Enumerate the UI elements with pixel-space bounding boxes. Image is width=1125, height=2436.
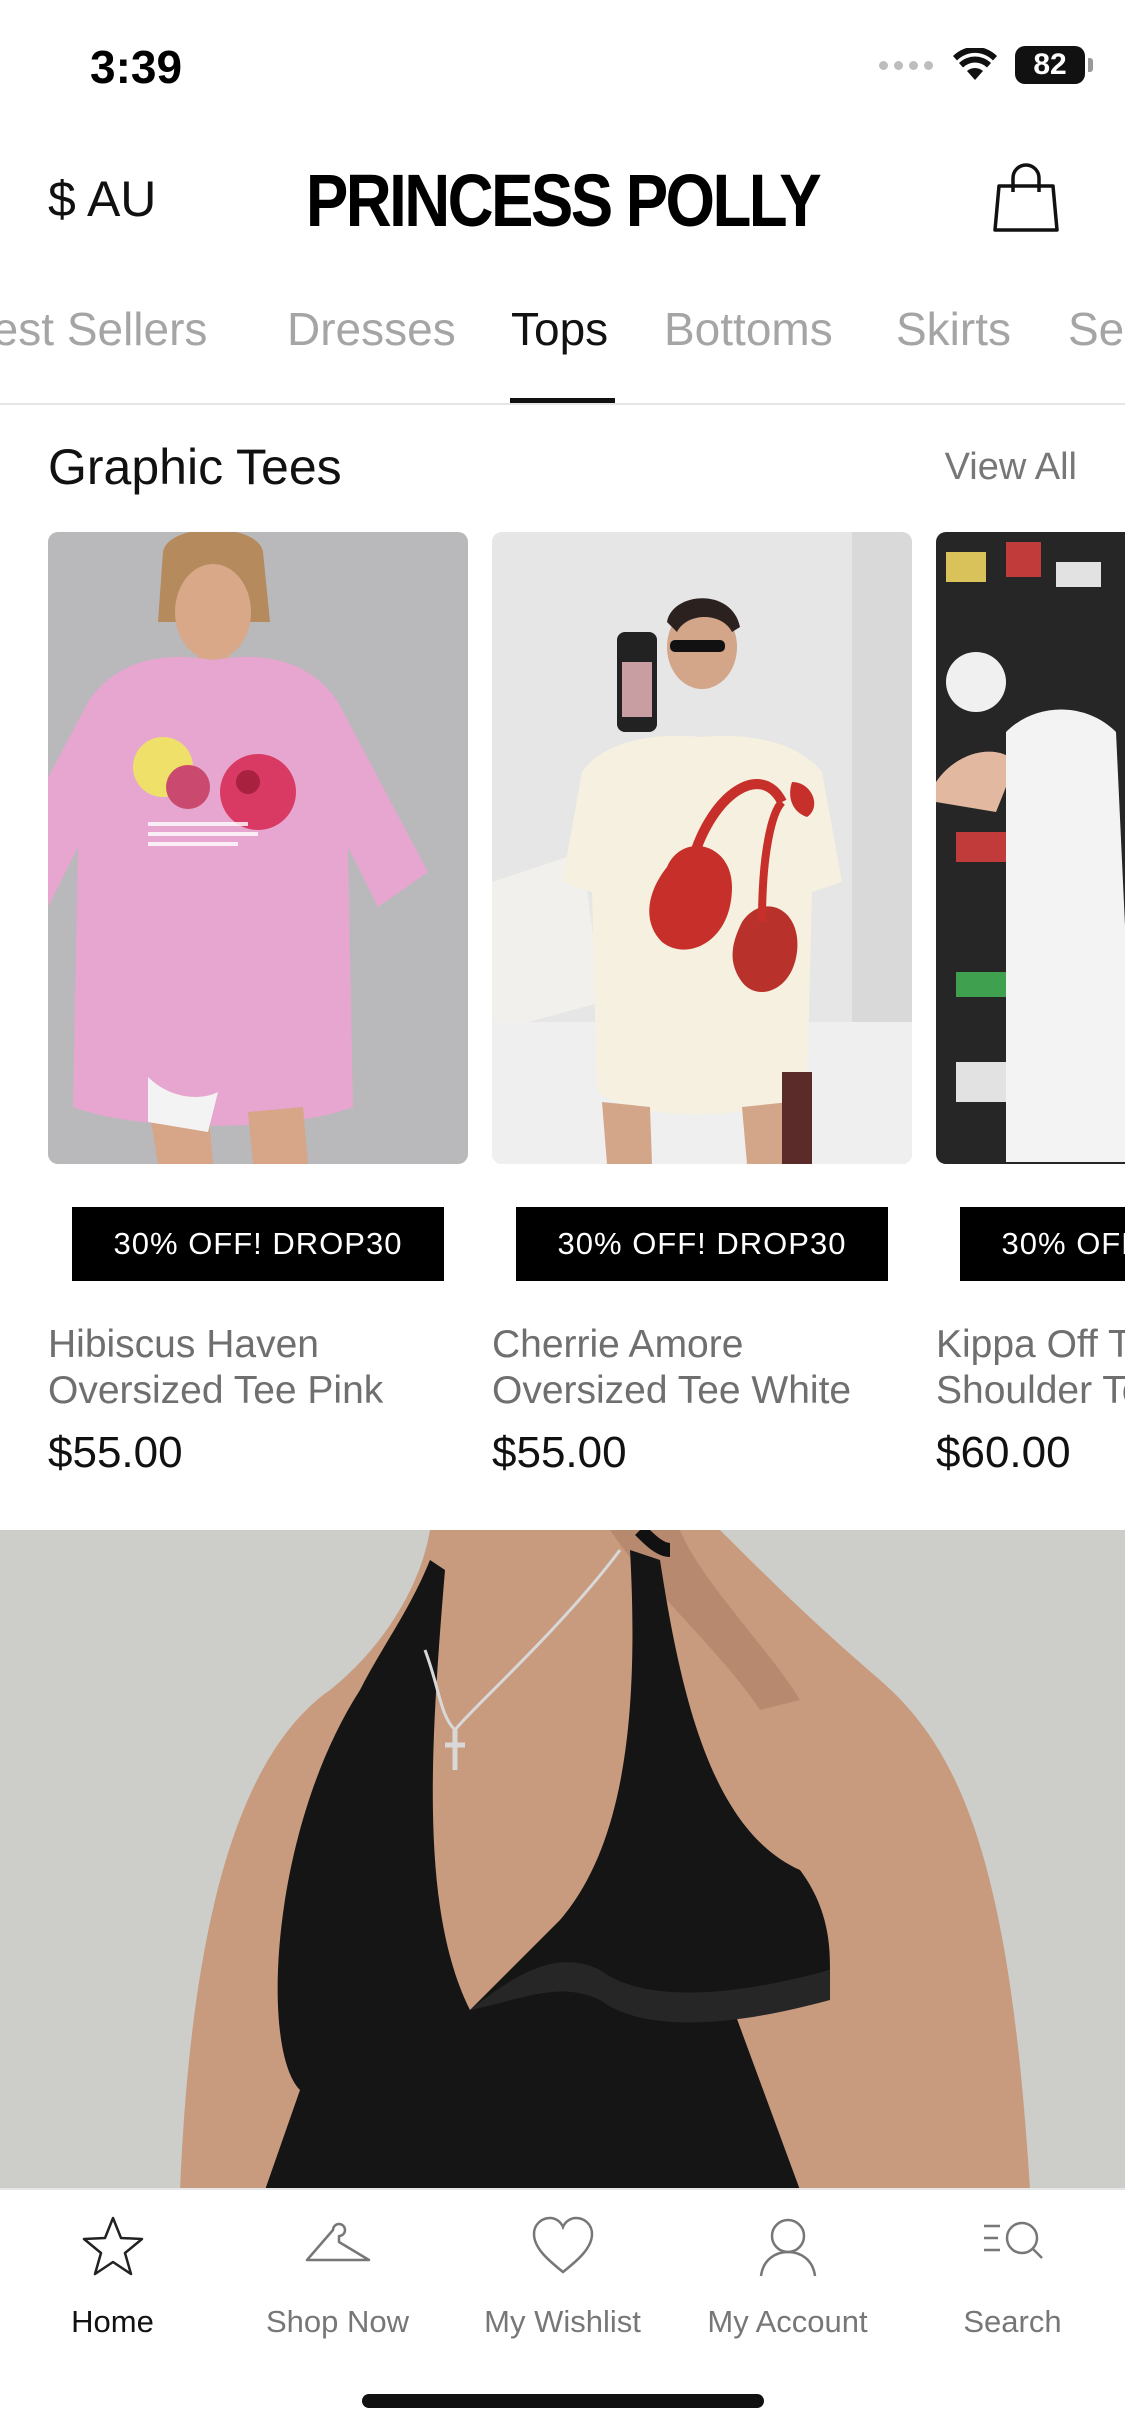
product-name-line: Shoulder Tee (936, 1369, 1125, 1412)
product-name[interactable]: Kippa Off The Shoulder Tee (936, 1322, 1125, 1414)
featured-banner-image[interactable] (0, 1530, 1125, 2190)
cellular-signal-icon (879, 58, 935, 72)
status-indicators: 82 (879, 46, 1093, 84)
product-price: $55.00 (492, 1428, 627, 1477)
product-name[interactable]: Cherrie Amore Oversized Tee White (492, 1322, 912, 1414)
battery-icon: 82 (1015, 46, 1093, 84)
user-icon (759, 2218, 816, 2277)
nav-home[interactable]: Home (0, 2212, 225, 2340)
hanger-icon (305, 2222, 370, 2262)
tab-best-sellers[interactable]: Best Sellers (0, 302, 207, 356)
product-name-line: Cherrie Amore (492, 1323, 744, 1366)
tab-sets[interactable]: Sets (1068, 302, 1125, 356)
product-card[interactable]: 30% OFF! DROP30 Cherrie Amore Oversized … (492, 532, 912, 1477)
view-all-link[interactable]: View All (945, 446, 1077, 489)
product-name-line: Kippa Off The (936, 1323, 1125, 1366)
status-bar: 3:39 82 (0, 0, 1125, 130)
app-header: $ AU PRINCESS POLLY (0, 140, 1125, 260)
product-name-line: Hibiscus Haven (48, 1323, 319, 1366)
section-title: Graphic Tees (48, 439, 342, 495)
tab-tops[interactable]: Tops (511, 302, 608, 356)
home-indicator (362, 2394, 764, 2408)
tab-skirts[interactable]: Skirts (896, 302, 1011, 356)
nav-my-account[interactable]: My Account (675, 2212, 900, 2340)
nav-shop-now[interactable]: Shop Now (225, 2212, 450, 2340)
nav-search-label: Search (963, 2304, 1062, 2339)
promo-badge: 30% OFF! DROP30 (72, 1207, 444, 1281)
brand-logo[interactable]: PRINCESS POLLY (79, 158, 1047, 243)
nav-my-account-label: My Account (707, 2304, 868, 2339)
product-image[interactable] (48, 532, 468, 1164)
product-card[interactable]: 30% OFF! DROP30 Hibiscus Haven Oversized… (48, 532, 468, 1477)
nav-shop-now-label: Shop Now (265, 2304, 410, 2339)
product-name-line: Oversized Tee Pink (48, 1369, 384, 1412)
wifi-icon (953, 48, 997, 80)
product-name-line: Oversized Tee White (492, 1369, 852, 1412)
product-price: $60.00 (936, 1428, 1071, 1477)
star-icon (82, 2216, 143, 2276)
nav-my-wishlist[interactable]: My Wishlist (450, 2212, 675, 2340)
product-image[interactable] (492, 532, 912, 1164)
shopping-bag-icon[interactable] (993, 162, 1059, 234)
tab-bottoms[interactable]: Bottoms (664, 302, 833, 356)
promo-badge: 30% OFF! DROP30 (960, 1207, 1125, 1281)
promo-badge: 30% OFF! DROP30 (516, 1207, 888, 1281)
product-carousel[interactable]: 30% OFF! DROP30 Hibiscus Haven Oversized… (0, 532, 1125, 1492)
category-tabs: Best Sellers Dresses Tops Bottoms Skirts… (0, 290, 1125, 405)
nav-my-wishlist-label: My Wishlist (484, 2304, 641, 2339)
product-price: $55.00 (48, 1428, 183, 1477)
status-time: 3:39 (90, 41, 183, 93)
product-name[interactable]: Hibiscus Haven Oversized Tee Pink (48, 1322, 468, 1414)
product-image[interactable] (936, 532, 1125, 1164)
active-tab-indicator (510, 398, 615, 403)
heart-icon (532, 2216, 593, 2274)
product-card[interactable]: 30% OFF! DROP30 Kippa Off The Shoulder T… (936, 532, 1125, 1477)
search-icon (983, 2221, 1043, 2259)
tab-dresses[interactable]: Dresses (287, 302, 456, 356)
nav-search[interactable]: Search (900, 2212, 1125, 2340)
nav-home-label: Home (71, 2304, 154, 2339)
